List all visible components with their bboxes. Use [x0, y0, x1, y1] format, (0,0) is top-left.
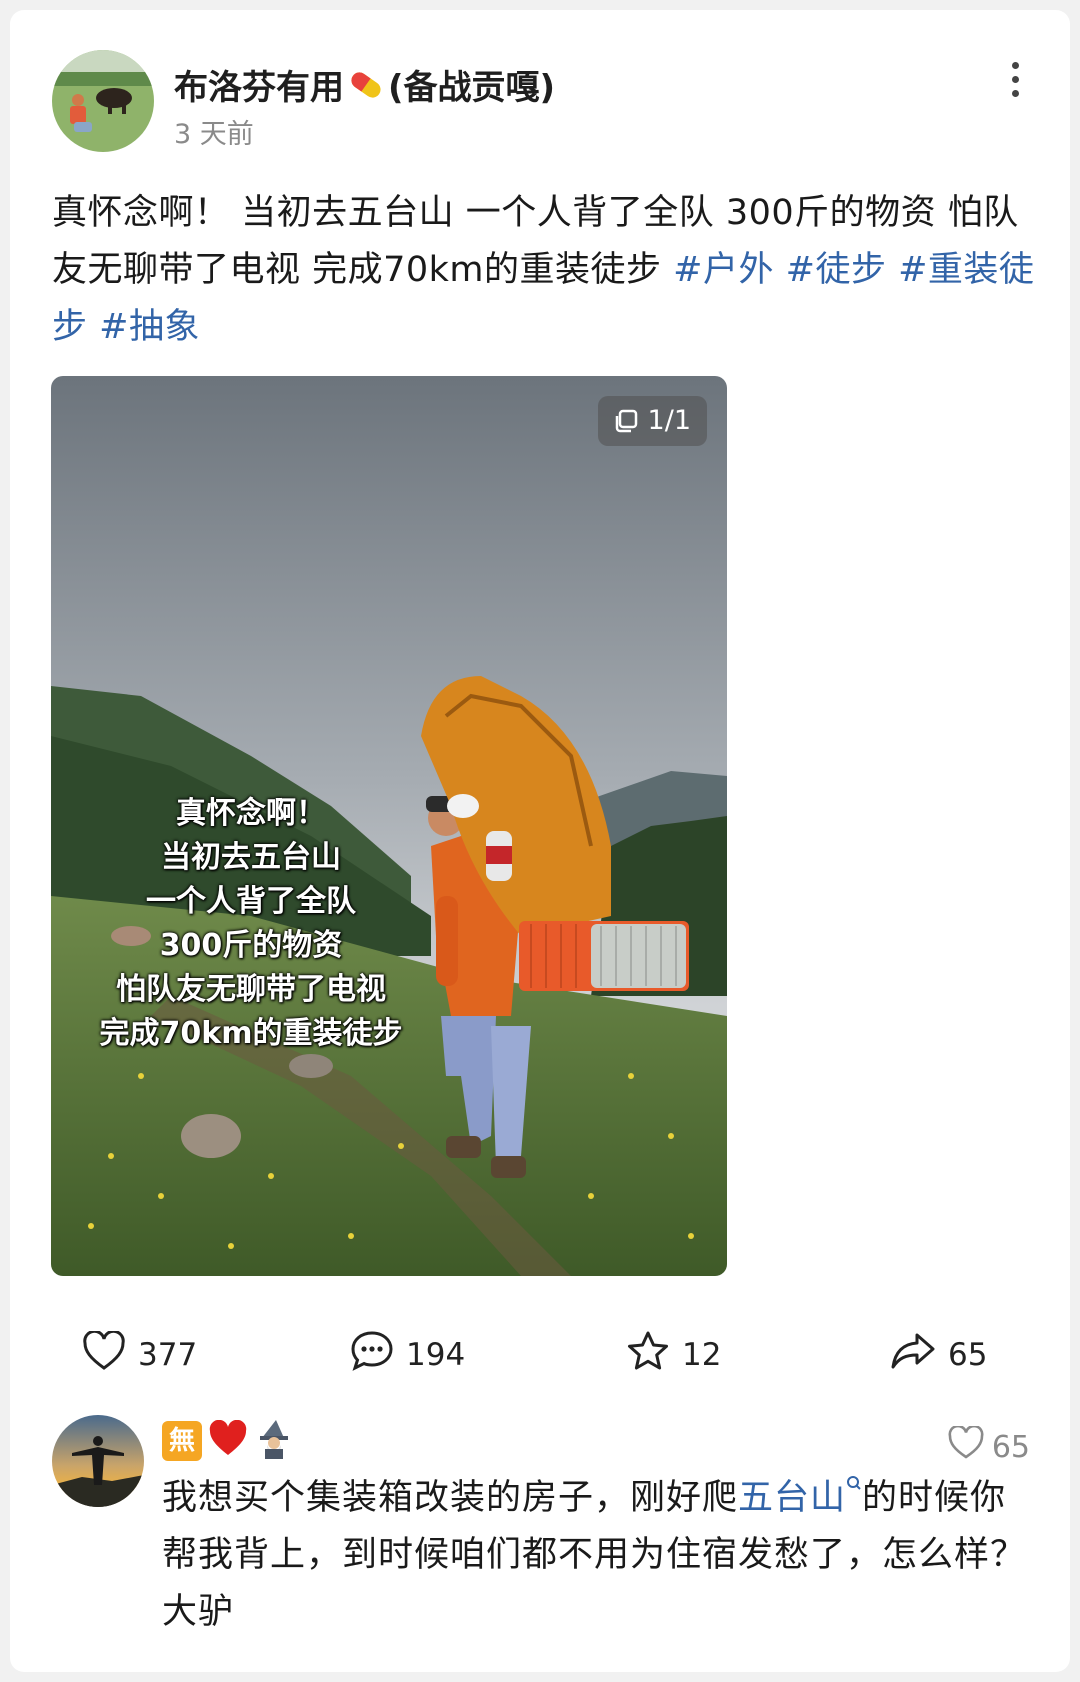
star-icon: [626, 1330, 670, 1380]
comment-text-part: 我想买个集装箱改装的房子，刚好爬: [162, 1478, 739, 1518]
comment-button[interactable]: 194: [350, 1320, 465, 1390]
post-image[interactable]: 1/1 真怀念啊！ 当初去五台山 一个人背了全队 300斤的物资 怕队友无聊带了…: [51, 376, 727, 1276]
heart-icon: [948, 1424, 984, 1468]
post-time: 3 天前: [174, 119, 254, 150]
comment-like-button[interactable]: 65: [948, 1424, 1030, 1468]
image-caption-line: 真怀念啊！: [176, 796, 326, 831]
favorite-button[interactable]: 12: [626, 1320, 721, 1390]
hashtag-abstract[interactable]: #抽象: [99, 307, 200, 347]
comment-like-count: 65: [991, 1429, 1030, 1465]
author-avatar[interactable]: [52, 50, 154, 152]
share-icon: [890, 1331, 936, 1379]
image-counter: 1/1: [597, 396, 707, 446]
badge-wu: 無: [162, 1421, 202, 1461]
heart-icon: [82, 1329, 126, 1379]
post-text: 真怀念啊！ 当初去五台山 一个人背了全队 300斤的物资 怕队友无聊带了电视 完…: [52, 185, 1052, 356]
comment-icon: [350, 1330, 394, 1380]
image-caption: 真怀念啊！ 当初去五台山 一个人背了全队 300斤的物资 怕队友无聊带了电视 完…: [81, 792, 421, 1056]
favorite-count: 12: [682, 1337, 722, 1373]
heart-emoji: [208, 1419, 248, 1462]
image-counter-text: 1/1: [647, 405, 691, 436]
author-name[interactable]: 布洛芬有用 (备战贡嘎): [174, 60, 555, 112]
image-caption-line: 怕队友无聊带了电视: [116, 972, 386, 1007]
image-caption-line: 300斤的物资: [159, 928, 343, 963]
hashtag-outdoor[interactable]: #户外: [673, 250, 774, 290]
search-link-text: 五台山: [738, 1478, 847, 1518]
comment-text: 我想买个集装箱改装的房子，刚好爬五台山 的时候你帮我背上，到时候咱们都不用为住宿发…: [162, 1470, 1042, 1641]
wizard-emoji: [254, 1418, 294, 1464]
share-count: 65: [948, 1337, 988, 1373]
share-button[interactable]: 65: [890, 1320, 987, 1390]
action-bar: 377 194 12 65: [10, 1320, 1070, 1390]
like-count: 377: [138, 1337, 198, 1373]
image-caption-line: 一个人背了全队: [146, 884, 356, 919]
author-name-text: 布洛芬有用: [174, 68, 344, 108]
like-button[interactable]: 377: [82, 1320, 197, 1390]
gallery-icon: [614, 409, 638, 433]
image-caption-line: 当初去五台山: [161, 840, 341, 875]
commenter-avatar[interactable]: [52, 1415, 144, 1507]
post-card: 布洛芬有用 (备战贡嘎) 3 天前 真怀念啊！ 当初去五台山 一个人背了全队 30…: [10, 10, 1070, 1672]
more-vertical-icon[interactable]: [1008, 62, 1022, 102]
search-link-wutaishan[interactable]: 五台山: [738, 1476, 862, 1518]
comment-count: 194: [406, 1337, 466, 1373]
commenter-badges: 無: [162, 1418, 294, 1464]
image-caption-line: 完成70km的重装徒步: [99, 1016, 403, 1051]
author-suffix: (备战贡嘎): [388, 68, 556, 108]
pill-emoji: [346, 67, 386, 112]
hashtag-hiking[interactable]: #徒步: [786, 250, 887, 290]
search-icon: [846, 1476, 862, 1518]
